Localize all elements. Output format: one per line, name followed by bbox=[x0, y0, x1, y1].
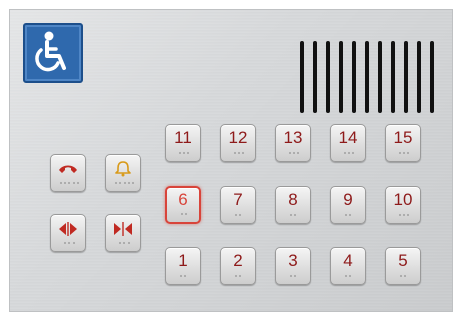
door-close-icon bbox=[106, 221, 140, 237]
floor-label: 1 bbox=[178, 251, 188, 270]
braille-dots bbox=[106, 182, 140, 186]
floor-label: 14 bbox=[338, 128, 358, 147]
door-open-icon bbox=[51, 221, 85, 237]
braille-dots bbox=[51, 242, 85, 246]
alarm-bell-button[interactable] bbox=[105, 154, 141, 192]
bell-icon bbox=[106, 161, 140, 177]
floor-label: 15 bbox=[393, 128, 413, 147]
braille-dots bbox=[276, 152, 310, 156]
floor-button-9[interactable]: 9 bbox=[330, 186, 366, 224]
braille-dots bbox=[221, 275, 255, 279]
floor-label: 13 bbox=[283, 128, 303, 147]
floor-button-1[interactable]: 1 bbox=[165, 247, 201, 285]
braille-dots bbox=[276, 275, 310, 279]
floor-label: 3 bbox=[288, 251, 298, 270]
speaker-slot bbox=[300, 41, 304, 113]
speaker-grille bbox=[300, 41, 442, 113]
floor-label: 9 bbox=[343, 190, 353, 209]
speaker-slot bbox=[391, 41, 395, 113]
braille-dots bbox=[166, 152, 200, 156]
floor-button-14[interactable]: 14 bbox=[330, 124, 366, 162]
speaker-slot bbox=[404, 41, 408, 113]
floor-button-7[interactable]: 7 bbox=[220, 186, 256, 224]
braille-dots bbox=[276, 214, 310, 218]
floor-label: 2 bbox=[233, 251, 243, 270]
door-open-button[interactable] bbox=[50, 214, 86, 252]
speaker-slot bbox=[365, 41, 369, 113]
floor-label: 11 bbox=[174, 128, 192, 147]
floor-button-12[interactable]: 12 bbox=[220, 124, 256, 162]
floor-label: 12 bbox=[228, 128, 248, 147]
braille-dots bbox=[106, 242, 140, 246]
braille-dots bbox=[386, 275, 420, 279]
speaker-slot bbox=[326, 41, 330, 113]
speaker-slot bbox=[417, 41, 421, 113]
floor-button-8[interactable]: 8 bbox=[275, 186, 311, 224]
braille-dots bbox=[167, 213, 199, 217]
wheelchair-icon bbox=[23, 23, 83, 83]
floor-button-15[interactable]: 15 bbox=[385, 124, 421, 162]
emergency-phone-button[interactable] bbox=[50, 154, 86, 192]
braille-dots bbox=[331, 214, 365, 218]
floor-button-10[interactable]: 10 bbox=[385, 186, 421, 224]
speaker-slot bbox=[313, 41, 317, 113]
speaker-slot bbox=[352, 41, 356, 113]
braille-dots bbox=[331, 275, 365, 279]
speaker-slot bbox=[378, 41, 382, 113]
floor-button-5[interactable]: 5 bbox=[385, 247, 421, 285]
floor-button-4[interactable]: 4 bbox=[330, 247, 366, 285]
floor-button-3[interactable]: 3 bbox=[275, 247, 311, 285]
floor-button-2[interactable]: 2 bbox=[220, 247, 256, 285]
speaker-slot bbox=[430, 41, 434, 113]
braille-dots bbox=[331, 152, 365, 156]
braille-dots bbox=[221, 214, 255, 218]
braille-dots bbox=[386, 214, 420, 218]
floor-button-13[interactable]: 13 bbox=[275, 124, 311, 162]
braille-dots bbox=[166, 275, 200, 279]
elevator-panel: 11 12 13 14 15 6 7 8 9 10 1 2 3 4 5 bbox=[9, 9, 453, 312]
floor-label: 5 bbox=[398, 251, 408, 270]
door-close-button[interactable] bbox=[105, 214, 141, 252]
speaker-slot bbox=[339, 41, 343, 113]
floor-label: 7 bbox=[233, 190, 243, 209]
braille-dots bbox=[386, 152, 420, 156]
floor-button-6[interactable]: 6 bbox=[165, 186, 201, 224]
phone-icon bbox=[51, 161, 85, 177]
floor-label: 10 bbox=[393, 190, 413, 209]
braille-dots bbox=[221, 152, 255, 156]
floor-label: 8 bbox=[288, 190, 298, 209]
floor-button-11[interactable]: 11 bbox=[165, 124, 201, 162]
floor-label: 6 bbox=[178, 190, 188, 209]
braille-dots bbox=[51, 182, 85, 186]
floor-label: 4 bbox=[343, 251, 353, 270]
